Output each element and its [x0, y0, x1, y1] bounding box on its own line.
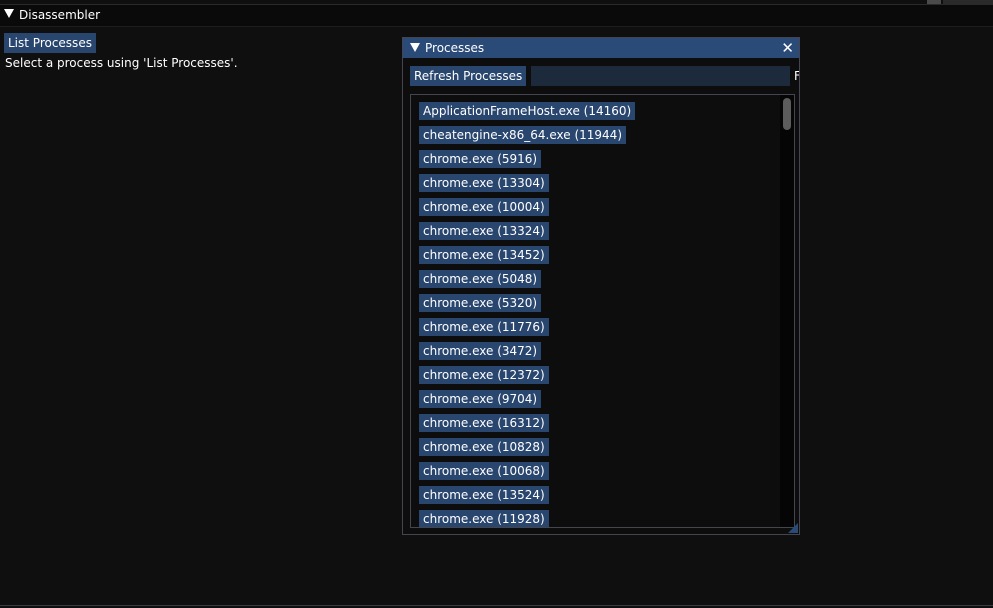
process-list-item[interactable]: chrome.exe (16312)	[419, 414, 549, 432]
process-list-item[interactable]: chrome.exe (3472)	[419, 342, 542, 360]
process-list-item[interactable]: chrome.exe (5048)	[419, 270, 542, 288]
process-list-item[interactable]: chrome.exe (12372)	[419, 366, 549, 384]
disassembler-title-bar[interactable]: Disassembler	[0, 4, 993, 27]
hint-text: Select a process using 'List Processes'.	[5, 56, 238, 70]
process-list-item[interactable]: cheatengine-x86_64.exe (11944)	[419, 126, 626, 144]
process-list-item[interactable]: chrome.exe (5320)	[419, 294, 542, 312]
process-list-item[interactable]: chrome.exe (13324)	[419, 222, 549, 240]
process-list[interactable]: ApplicationFrameHost.exe (14160) cheateng…	[410, 94, 795, 528]
process-list-item[interactable]: chrome.exe (13524)	[419, 486, 549, 504]
list-processes-button[interactable]: List Processes	[4, 33, 96, 53]
process-list-scrollbar[interactable]	[780, 95, 794, 527]
process-list-item[interactable]: chrome.exe (10828)	[419, 438, 549, 456]
process-list-item[interactable]: chrome.exe (10068)	[419, 462, 549, 480]
process-list-item[interactable]: ApplicationFrameHost.exe (14160)	[419, 102, 636, 120]
resize-grip-icon[interactable]	[788, 523, 798, 533]
process-list-item[interactable]: chrome.exe (9704)	[419, 390, 542, 408]
close-icon[interactable]: ✕	[781, 39, 794, 57]
process-list-item[interactable]: chrome.exe (13452)	[419, 246, 549, 264]
collapse-arrow-icon[interactable]	[4, 9, 14, 18]
filter-label: F	[794, 69, 799, 83]
process-list-item[interactable]: chrome.exe (11776)	[419, 318, 549, 336]
process-list-item[interactable]: chrome.exe (5916)	[419, 150, 542, 168]
process-list-item[interactable]: chrome.exe (10004)	[419, 198, 549, 216]
window-title: Disassembler	[19, 8, 101, 22]
processes-window: Processes ✕ Refresh Processes F Applicat…	[402, 37, 800, 535]
process-list-item[interactable]: chrome.exe (11928)	[419, 510, 549, 527]
process-filter-input[interactable]	[531, 66, 790, 86]
process-list-items: ApplicationFrameHost.exe (14160) cheateng…	[419, 102, 636, 527]
processes-window-title: Processes	[425, 41, 485, 55]
collapse-arrow-icon[interactable]	[410, 43, 420, 52]
processes-title-bar[interactable]: Processes ✕	[403, 38, 799, 58]
process-list-item[interactable]: chrome.exe (13304)	[419, 174, 549, 192]
process-list-scroll-thumb[interactable]	[783, 98, 791, 130]
refresh-processes-button[interactable]: Refresh Processes	[410, 66, 527, 86]
